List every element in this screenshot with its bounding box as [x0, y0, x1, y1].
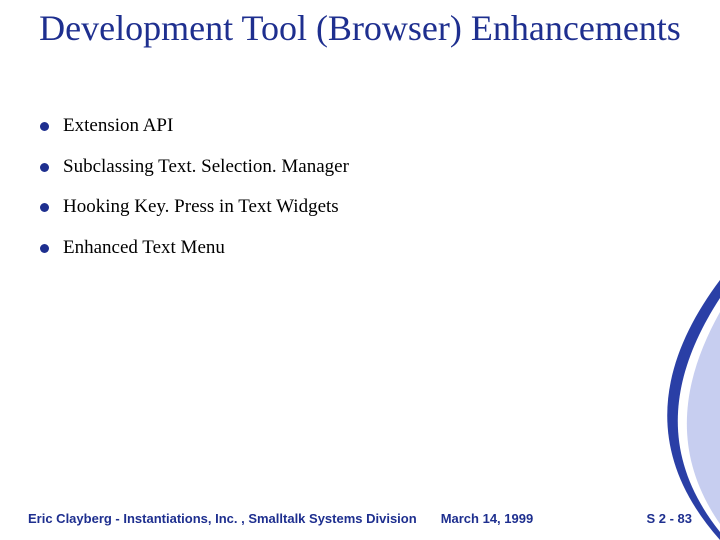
footer-date: March 14, 1999: [441, 511, 534, 526]
list-item: Extension API: [40, 114, 660, 139]
bullet-icon: [40, 122, 49, 131]
bullet-icon: [40, 163, 49, 172]
bullet-text: Enhanced Text Menu: [63, 236, 225, 261]
footer-author: Eric Clayberg - Instantiations, Inc. , S…: [28, 511, 417, 526]
list-item: Hooking Key. Press in Text Widgets: [40, 195, 660, 220]
list-item: Subclassing Text. Selection. Manager: [40, 155, 660, 180]
bullet-icon: [40, 203, 49, 212]
bullet-icon: [40, 244, 49, 253]
bullet-text: Subclassing Text. Selection. Manager: [63, 155, 349, 180]
slide-footer: Eric Clayberg - Instantiations, Inc. , S…: [0, 511, 720, 526]
decorative-swoosh-icon: [580, 280, 720, 540]
bullet-text: Hooking Key. Press in Text Widgets: [63, 195, 339, 220]
bullet-list: Extension API Subclassing Text. Selectio…: [40, 114, 660, 277]
list-item: Enhanced Text Menu: [40, 236, 660, 261]
bullet-text: Extension API: [63, 114, 173, 139]
footer-page: S 2 - 83: [646, 511, 692, 526]
slide-title: Development Tool (Browser) Enhancements: [0, 8, 720, 49]
slide: Development Tool (Browser) Enhancements …: [0, 0, 720, 540]
